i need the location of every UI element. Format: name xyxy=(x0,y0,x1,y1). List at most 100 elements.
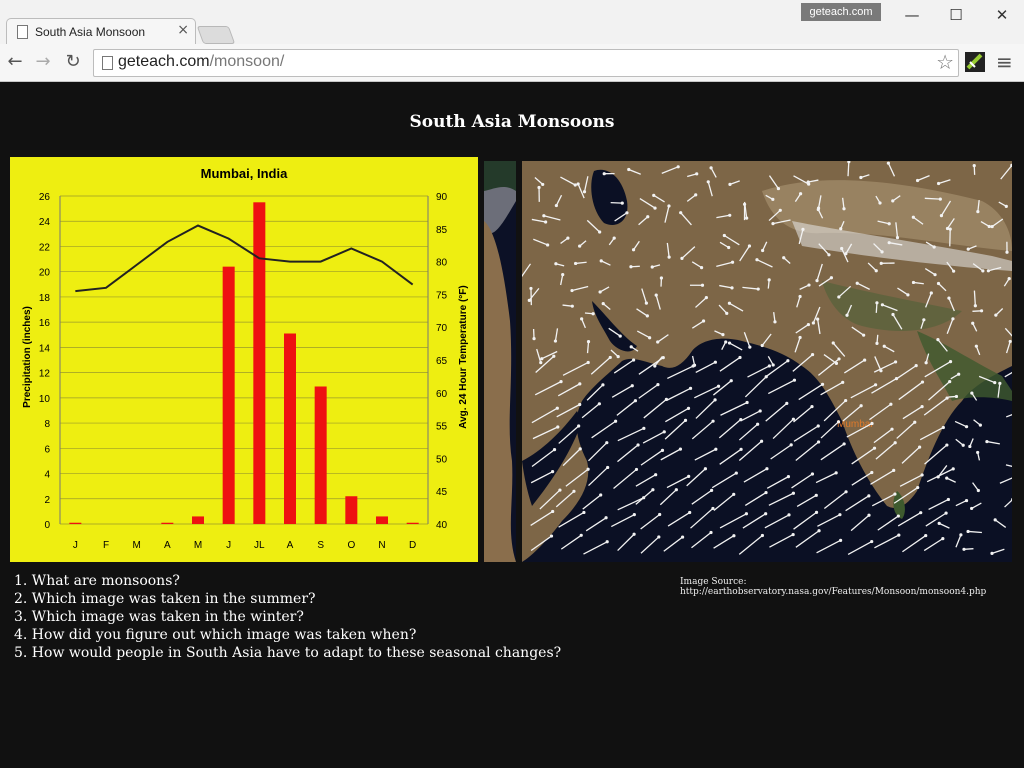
new-tab-button[interactable] xyxy=(196,26,236,44)
minimize-button[interactable]: — xyxy=(892,4,932,26)
wind-arrow-head xyxy=(870,539,874,544)
wind-arrow-head xyxy=(601,383,605,387)
close-window-button[interactable]: ✕ xyxy=(982,4,1022,26)
wind-arrow-head xyxy=(972,163,976,168)
wind-arrow-head xyxy=(941,537,945,541)
wind-arrow-head xyxy=(842,442,846,446)
wind-arrow-head xyxy=(838,538,843,542)
wind-arrow-head xyxy=(601,302,605,306)
wind-arrow-head xyxy=(862,333,866,337)
url-host: geteach.com xyxy=(118,53,210,70)
wind-arrow-head xyxy=(873,383,878,387)
y2-tick-label: 80 xyxy=(436,258,448,269)
page-title: South Asia Monsoons xyxy=(409,112,615,132)
tab-close-icon[interactable]: × xyxy=(177,23,189,37)
back-button[interactable]: ← xyxy=(4,51,26,73)
wind-arrow-head xyxy=(606,465,610,470)
wind-arrow-head xyxy=(604,516,608,520)
y-tick-label: 20 xyxy=(39,268,51,279)
gridlines xyxy=(59,195,429,525)
wind-arrow-head xyxy=(782,256,786,260)
wind-arrow-head xyxy=(541,182,545,187)
forward-button[interactable]: → xyxy=(32,51,54,73)
wind-arrow-head xyxy=(629,345,633,349)
wind-arrow-head xyxy=(880,250,884,254)
question-item: 4. How did you figure out which image wa… xyxy=(14,627,417,643)
wind-arrow-head xyxy=(937,521,941,525)
y-tick-label: 6 xyxy=(44,444,50,455)
wind-arrow-head xyxy=(701,319,706,323)
wind-arrow-head xyxy=(915,178,920,183)
wind-arrow-head xyxy=(806,322,811,327)
wind-arrow-head xyxy=(742,202,747,206)
wind-arrow-head xyxy=(664,397,668,401)
address-bar[interactable]: geteach.com/monsoon/ ☆ xyxy=(93,49,959,77)
wind-arrow-head xyxy=(1007,277,1011,281)
wind-arrow-head xyxy=(656,383,660,387)
wind-arrow-head xyxy=(605,441,609,445)
wind-arrow-head xyxy=(730,260,735,264)
question-item: 5. How would people in South Asia have t… xyxy=(14,645,562,661)
wind-arrow-head xyxy=(661,355,665,360)
wind-arrow-head xyxy=(816,424,820,428)
wind-arrow-head xyxy=(892,468,896,473)
bookmark-star-icon[interactable]: ☆ xyxy=(936,51,954,73)
wind-arrow-head xyxy=(993,380,997,385)
wind-arrow-head xyxy=(924,533,928,538)
wind-arrow-head xyxy=(654,473,658,477)
y-tick-label: 2 xyxy=(44,495,50,506)
wind-arrow-head xyxy=(814,510,819,515)
wind-arrow-head xyxy=(614,419,618,423)
wind-arrow-head xyxy=(573,183,577,187)
wind-arrow-head xyxy=(911,280,916,285)
wind-arrow-head xyxy=(704,295,708,300)
menu-icon[interactable]: ≡ xyxy=(996,50,1013,74)
wind-arrow-head xyxy=(806,180,810,184)
wind-arrow-head xyxy=(951,317,955,321)
wind-arrow-head xyxy=(667,255,671,259)
wind-arrow-head xyxy=(966,529,970,534)
wind-arrow-head xyxy=(807,283,811,287)
wind-arrow-head xyxy=(555,406,559,410)
wind-arrow-head xyxy=(656,340,660,344)
wind-arrow-head xyxy=(962,547,966,551)
wind-arrow-head xyxy=(815,279,819,283)
wind-arrow-head xyxy=(727,245,731,250)
wind-arrow-head xyxy=(730,286,734,290)
wind-arrow-head xyxy=(875,301,879,305)
wind-arrow-head xyxy=(789,443,793,447)
wind-arrow-head xyxy=(879,261,883,265)
wind-arrow-head xyxy=(556,425,560,429)
wind-arrow-head xyxy=(914,364,918,368)
wind-arrow-head xyxy=(886,161,890,165)
wind-arrow-head xyxy=(760,439,764,443)
wind-arrow-head xyxy=(680,256,684,260)
wind-arrow-head xyxy=(816,207,820,212)
wind-arrow-head xyxy=(893,441,897,445)
wind-arrow-head xyxy=(948,379,952,384)
wind-arrow-head xyxy=(629,265,633,269)
wind-arrow-head xyxy=(739,447,743,451)
browser-tab[interactable]: South Asia Monsoon × xyxy=(6,18,196,45)
reload-button[interactable]: ↻ xyxy=(62,51,84,73)
extension-icon[interactable] xyxy=(965,52,985,72)
profile-label[interactable]: geteach.com xyxy=(801,3,881,21)
wind-arrow-head xyxy=(586,340,591,344)
wind-arrow-head xyxy=(929,291,933,295)
wind-arrow-head xyxy=(605,540,609,544)
wind-arrow-head xyxy=(662,430,666,434)
url-text[interactable]: geteach.com/monsoon/ xyxy=(118,53,284,71)
y2-tick-label: 65 xyxy=(436,356,448,367)
wind-arrow-head xyxy=(880,303,884,307)
wind-arrow-head xyxy=(771,222,775,226)
wind-arrow-head xyxy=(986,269,990,273)
wind-arrow-head xyxy=(837,357,841,361)
x-tick-label: J xyxy=(73,540,78,551)
wind-arrow-head xyxy=(974,344,978,348)
wind-arrow-head xyxy=(973,304,977,308)
wind-arrow-head xyxy=(747,244,752,248)
wind-arrow xyxy=(847,161,850,177)
precipitation-bar xyxy=(345,496,358,524)
maximize-button[interactable]: ☐ xyxy=(936,4,976,26)
wind-arrow-head xyxy=(968,444,972,449)
